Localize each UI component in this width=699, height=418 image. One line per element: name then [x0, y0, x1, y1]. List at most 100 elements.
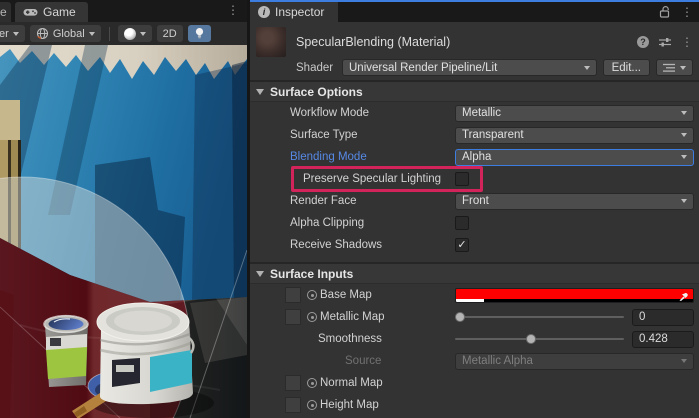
- help-icon[interactable]: ?: [637, 36, 649, 48]
- tab-game[interactable]: Game: [15, 2, 88, 22]
- render-face-dropdown[interactable]: Front: [455, 193, 694, 210]
- row-receive-shadows: Receive Shadows ✓: [250, 234, 699, 256]
- info-icon: i: [258, 6, 270, 18]
- tab-inspector-label: Inspector: [275, 5, 324, 19]
- shading-mode-dropdown[interactable]: [118, 25, 152, 42]
- height-map-texture-slot[interactable]: [285, 397, 301, 413]
- paint-can: [44, 315, 89, 387]
- chevron-down-icon: [681, 359, 687, 363]
- 2d-toggle[interactable]: 2D: [157, 25, 183, 42]
- scene-view-panel: e Game ⋮ ter: [0, 0, 247, 418]
- alpha-bar: [456, 299, 693, 302]
- field-label: Render Face: [290, 195, 455, 207]
- 2d-label: 2D: [163, 28, 177, 40]
- lightbulb-icon: [194, 27, 205, 40]
- shader-value: Universal Render Pipeline/Lit: [349, 62, 584, 74]
- field-label: Metallic Map: [320, 311, 385, 323]
- gamepad-icon: [23, 7, 38, 17]
- foldout-triangle-icon: [256, 89, 264, 95]
- blending-mode-dropdown[interactable]: Alpha: [455, 149, 694, 166]
- smoothness-slider[interactable]: [455, 330, 624, 348]
- field-label: Surface Type: [290, 129, 455, 141]
- space-label: Global: [53, 28, 85, 40]
- chevron-down-icon: [89, 32, 95, 36]
- shader-list-button[interactable]: [656, 59, 693, 76]
- surface-type-dropdown[interactable]: Transparent: [455, 127, 694, 144]
- material-preview-thumbnail[interactable]: [256, 27, 286, 57]
- metallic-slider[interactable]: [455, 308, 624, 326]
- row-render-face: Render Face Front: [250, 190, 699, 212]
- scene-viewport[interactable]: [0, 45, 247, 418]
- presets-icon[interactable]: [658, 36, 672, 48]
- list-icon: [663, 63, 675, 73]
- lighting-toggle[interactable]: [188, 25, 211, 42]
- section-title: Surface Options: [270, 85, 363, 99]
- chevron-down-icon: [681, 133, 687, 137]
- slider-knob[interactable]: [526, 334, 536, 344]
- object-picker-icon[interactable]: [307, 312, 317, 322]
- field-label: Alpha Clipping: [290, 217, 455, 229]
- scene-toolbar: ter Global 2D: [0, 22, 247, 45]
- object-picker-icon[interactable]: [307, 290, 317, 300]
- lock-icon[interactable]: [658, 5, 671, 19]
- smoothness-value-field[interactable]: 0.428: [632, 331, 694, 348]
- shader-edit-button[interactable]: Edit...: [603, 59, 650, 76]
- foldout-triangle-icon: [256, 271, 264, 277]
- row-smoothness: Smoothness 0.428: [250, 328, 699, 350]
- inspector-menu-icon[interactable]: ⋮: [681, 6, 693, 18]
- shaded-sphere-icon: [124, 28, 136, 40]
- field-label: Smoothness: [318, 333, 382, 345]
- field-label: Receive Shadows: [290, 239, 455, 251]
- row-smoothness-source: Source Metallic Alpha: [250, 350, 699, 372]
- alpha-clipping-checkbox[interactable]: [455, 216, 469, 230]
- object-picker-icon[interactable]: [307, 400, 317, 410]
- eyedropper-icon[interactable]: [678, 290, 690, 302]
- chevron-down-icon: [13, 32, 19, 36]
- base-map-color-field[interactable]: [455, 288, 694, 303]
- row-preserve-specular: Preserve Specular Lighting: [250, 168, 699, 190]
- metallic-map-texture-slot[interactable]: [285, 309, 301, 325]
- chevron-down-icon: [584, 66, 590, 70]
- receive-shadows-checkbox[interactable]: ✓: [455, 238, 469, 252]
- chevron-down-icon: [681, 155, 687, 159]
- section-surface-inputs[interactable]: Surface Inputs: [250, 264, 699, 284]
- shader-dropdown[interactable]: Universal Render Pipeline/Lit: [342, 59, 597, 76]
- section-surface-options[interactable]: Surface Options: [250, 82, 699, 102]
- pivot-label: ter: [0, 28, 9, 40]
- chevron-down-icon: [680, 66, 686, 70]
- dropdown-value: Metallic: [462, 107, 681, 119]
- row-normal-map: Normal Map: [250, 372, 699, 394]
- inspector-panel: i Inspector ⋮ SpecularBlending (Material…: [250, 0, 699, 418]
- field-label: Blending Mode: [290, 151, 455, 163]
- source-dropdown: Metallic Alpha: [455, 353, 694, 370]
- dropdown-value: Transparent: [462, 129, 681, 141]
- row-surface-type: Surface Type Transparent: [250, 124, 699, 146]
- inspector-tab-bar: i Inspector ⋮: [250, 0, 699, 22]
- tab-partial[interactable]: e: [0, 2, 11, 22]
- metallic-value-field[interactable]: 0: [632, 309, 694, 326]
- handle-space-dropdown[interactable]: Global: [30, 25, 101, 42]
- dropdown-value: Alpha: [462, 151, 681, 163]
- tab-game-label: Game: [43, 5, 76, 19]
- chevron-down-icon: [140, 32, 146, 36]
- object-picker-icon[interactable]: [307, 378, 317, 388]
- normal-map-texture-slot[interactable]: [285, 375, 301, 391]
- workflow-mode-dropdown[interactable]: Metallic: [455, 105, 694, 122]
- row-workflow-mode: Workflow Mode Metallic: [250, 102, 699, 124]
- preserve-specular-checkbox[interactable]: [455, 172, 469, 186]
- base-map-texture-slot[interactable]: [285, 287, 301, 303]
- unity-editor-window: e Game ⋮ ter: [0, 0, 699, 418]
- material-header: SpecularBlending (Material) ? ⋮ Shader U…: [250, 22, 699, 80]
- row-base-map: Base Map: [250, 284, 699, 306]
- slider-knob[interactable]: [455, 312, 465, 322]
- tab-inspector[interactable]: i Inspector: [250, 2, 338, 22]
- color-swatch: [456, 289, 693, 299]
- chevron-down-icon: [681, 111, 687, 115]
- pivot-dropdown[interactable]: ter: [0, 25, 25, 42]
- field-label: Base Map: [320, 289, 372, 301]
- chevron-down-icon: [681, 199, 687, 203]
- material-menu-icon[interactable]: ⋮: [681, 36, 693, 48]
- row-alpha-clipping: Alpha Clipping: [250, 212, 699, 234]
- left-panel-menu-icon[interactable]: ⋮: [227, 4, 239, 16]
- edit-button-label: Edit...: [612, 62, 641, 74]
